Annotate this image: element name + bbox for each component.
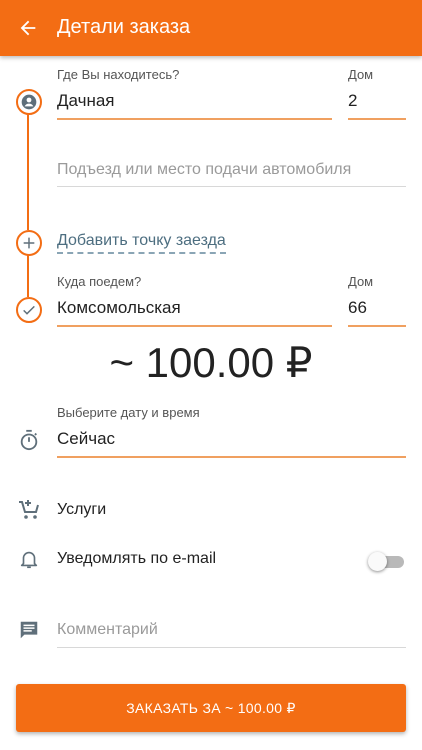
- route-timeline-line: [27, 113, 29, 230]
- add-to-cart-icon: [16, 497, 42, 523]
- services-row[interactable]: Услуги: [57, 501, 106, 519]
- add-stop-icon[interactable]: [16, 230, 42, 256]
- stopwatch-icon: [16, 427, 42, 453]
- from-house-label: Дом: [348, 67, 374, 82]
- add-stop-link[interactable]: Добавить точку заезда: [57, 232, 226, 254]
- comment-underline: [57, 647, 406, 648]
- to-house-underline: [348, 325, 406, 327]
- datetime-label: Выберите дату и время: [57, 405, 200, 420]
- comment-icon: [16, 617, 42, 643]
- to-house-input[interactable]: 66: [348, 298, 367, 318]
- to-house-label: Дом: [348, 274, 374, 289]
- price-estimate: ~ 100.00 ₽: [109, 339, 313, 386]
- comment-input[interactable]: Комментарий: [57, 621, 158, 639]
- to-street-input[interactable]: Комсомольская: [57, 298, 181, 318]
- toggle-knob: [368, 552, 387, 571]
- from-house-input[interactable]: 2: [348, 91, 357, 111]
- arrow-left-icon: [20, 20, 36, 36]
- email-notify-label: Уведомлять по e-mail: [57, 550, 217, 567]
- entrance-underline: [57, 186, 406, 187]
- from-street-underline: [57, 118, 332, 120]
- bell-icon: [16, 546, 42, 572]
- check-icon: [16, 297, 42, 323]
- route-timeline-line: [27, 253, 29, 297]
- entrance-input[interactable]: Подъезд или место подачи автомобиля: [57, 161, 351, 179]
- to-label: Куда поедем?: [57, 274, 142, 289]
- email-notify-toggle[interactable]: [368, 551, 406, 571]
- datetime-input[interactable]: Сейчас: [57, 429, 115, 449]
- from-label: Где Вы находитесь?: [57, 67, 180, 82]
- page-title: Детали заказа: [57, 16, 191, 38]
- person-icon: [16, 89, 42, 115]
- from-house-underline: [348, 118, 406, 120]
- datetime-underline: [57, 456, 406, 458]
- to-street-underline: [57, 325, 332, 327]
- order-button[interactable]: ЗАКАЗАТЬ ЗА ~ 100.00 ₽: [16, 684, 406, 732]
- app-bar: Детали заказа: [0, 0, 422, 56]
- from-street-input[interactable]: Дачная: [57, 91, 115, 111]
- back-button[interactable]: [12, 12, 44, 44]
